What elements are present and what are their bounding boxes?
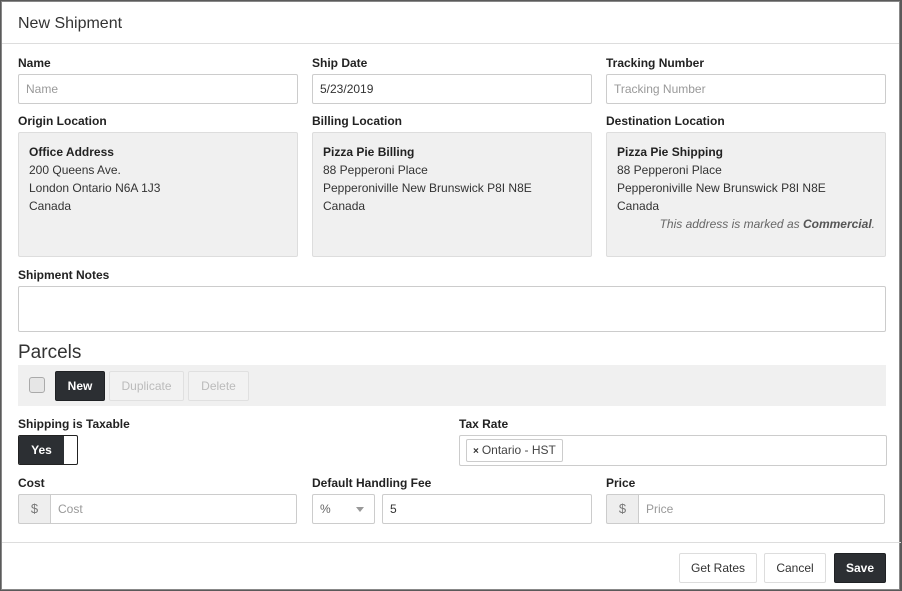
modal-header: New Shipment <box>2 2 899 44</box>
destination-country: Canada <box>617 199 660 213</box>
cancel-button[interactable]: Cancel <box>764 553 826 583</box>
price-currency-addon: $ <box>606 494 638 524</box>
new-parcel-button[interactable]: New <box>55 371 105 401</box>
cost-input[interactable] <box>50 494 297 524</box>
handling-fee-unit-value: % <box>320 502 331 516</box>
origin-location-card[interactable]: Office Address 200 Queens Ave. London On… <box>18 132 298 257</box>
select-all-checkbox[interactable] <box>29 377 45 393</box>
billing-name: Pizza Pie Billing <box>323 145 415 159</box>
get-rates-button[interactable]: Get Rates <box>679 553 757 583</box>
shipment-notes-textarea[interactable] <box>18 286 886 332</box>
origin-name: Office Address <box>29 145 114 159</box>
tax-rate-select[interactable]: × Ontario - HST <box>459 435 887 466</box>
origin-line1: 200 Queens Ave. <box>29 163 121 177</box>
tax-rate-label: Tax Rate <box>459 417 509 431</box>
commercial-note-prefix: This address is marked as <box>659 217 803 231</box>
save-button[interactable]: Save <box>834 553 886 583</box>
tracking-number-label: Tracking Number <box>606 56 705 70</box>
new-shipment-modal: New Shipment Name Ship Date Tracking Num… <box>1 1 901 591</box>
destination-location-card[interactable]: Pizza Pie Shipping 88 Pepperoni Place Pe… <box>606 132 886 257</box>
price-label: Price <box>606 476 636 490</box>
billing-country: Canada <box>323 199 366 213</box>
billing-line2: Pepperoniville New Brunswick P8I N8E <box>323 181 532 195</box>
commercial-note-type: Commercial <box>802 217 872 231</box>
destination-line1: 88 Pepperoni Place <box>617 163 722 177</box>
modal-title: New Shipment <box>18 15 123 32</box>
destination-location-label: Destination Location <box>606 114 725 128</box>
shipping-taxable-toggle[interactable]: Yes <box>18 435 78 465</box>
billing-location-card[interactable]: Pizza Pie Billing 88 Pepperoni Place Pep… <box>312 132 592 257</box>
cost-label: Cost <box>18 476 45 490</box>
cost-currency-addon: $ <box>18 494 50 524</box>
shipment-notes-label: Shipment Notes <box>18 268 110 282</box>
handling-fee-unit-select[interactable]: % <box>312 494 375 524</box>
name-input[interactable] <box>18 74 298 104</box>
tax-rate-tag: × Ontario - HST <box>466 439 563 462</box>
price-input[interactable] <box>638 494 885 524</box>
toggle-yes-label: Yes <box>19 436 64 464</box>
modal-footer: Get Rates Cancel Save <box>2 542 901 591</box>
tracking-number-input[interactable] <box>606 74 886 104</box>
commercial-note-suffix: . <box>871 217 875 231</box>
name-label: Name <box>18 56 51 70</box>
caret-down-icon <box>356 507 364 512</box>
remove-tag-icon[interactable]: × <box>473 446 479 457</box>
parcels-title: Parcels <box>18 342 82 363</box>
destination-name: Pizza Pie Shipping <box>617 145 724 159</box>
handling-fee-label: Default Handling Fee <box>312 476 432 490</box>
delete-parcel-button[interactable]: Delete <box>188 371 249 401</box>
shipping-taxable-label: Shipping is Taxable <box>18 417 130 431</box>
ship-date-label: Ship Date <box>312 56 368 70</box>
origin-country: Canada <box>29 199 72 213</box>
origin-line2: London Ontario N6A 1J3 <box>29 181 161 195</box>
origin-location-label: Origin Location <box>18 114 107 128</box>
billing-location-label: Billing Location <box>312 114 402 128</box>
duplicate-parcel-button[interactable]: Duplicate <box>109 371 184 401</box>
tax-rate-tag-label: Ontario - HST <box>481 443 556 457</box>
parcels-toolbar: New Duplicate Delete <box>18 365 886 406</box>
billing-line1: 88 Pepperoni Place <box>323 163 428 177</box>
commercial-note: This address is marked as Commercial. <box>617 215 875 233</box>
handling-fee-input[interactable] <box>382 494 592 524</box>
ship-date-input[interactable] <box>312 74 592 104</box>
destination-line2: Pepperoniville New Brunswick P8I N8E <box>617 181 826 195</box>
